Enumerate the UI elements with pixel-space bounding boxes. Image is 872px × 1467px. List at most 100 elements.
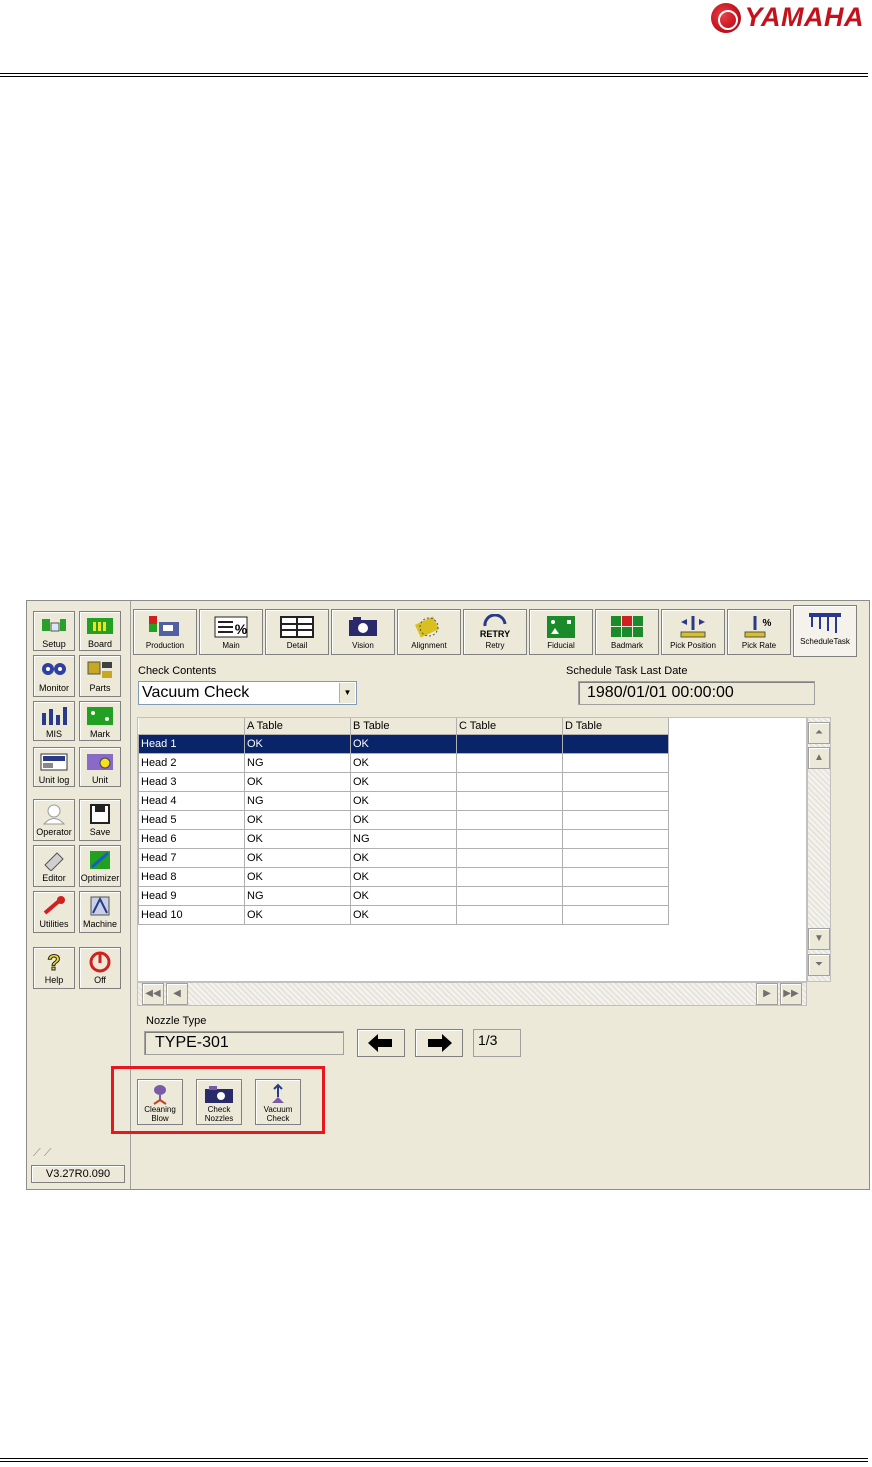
- machine-button[interactable]: Machine: [79, 891, 121, 933]
- scroll-left-icon[interactable]: ◀: [166, 983, 188, 1005]
- tab-detail[interactable]: Detail: [265, 609, 329, 655]
- off-button[interactable]: Off: [79, 947, 121, 989]
- table-cell: OK: [350, 866, 457, 887]
- optimizer-button[interactable]: Optimizer: [79, 845, 121, 887]
- tab-retry-label: Retry: [485, 641, 505, 650]
- tab-retry[interactable]: RETRY Retry: [463, 609, 527, 655]
- mark-label: Mark: [90, 729, 110, 739]
- table-row[interactable]: Head 3 OK OK: [138, 771, 669, 792]
- table-cell: OK: [350, 904, 457, 925]
- tab-pick-position[interactable]: Pick Position: [661, 609, 725, 655]
- board-label: Board: [87, 639, 113, 649]
- table-row[interactable]: Head 5 OK OK: [138, 809, 669, 830]
- tab-fiducial[interactable]: Fiducial: [529, 609, 593, 655]
- vertical-scrollbar[interactable]: ⏶ ▲ ▼ ⏷: [807, 717, 831, 982]
- cleaning-blow-button[interactable]: Cleaning Blow: [137, 1079, 183, 1125]
- table-cell: [456, 847, 563, 868]
- scroll-right-icon[interactable]: ▶: [756, 983, 778, 1005]
- table-cell: [562, 752, 669, 773]
- unit-icon: [87, 754, 113, 770]
- connection-status-icons: ⟋ ⟋: [33, 1147, 52, 1159]
- tab-main-label: Main: [222, 641, 240, 650]
- row-head-cell: Head 9: [138, 885, 245, 906]
- help-label: Help: [44, 975, 64, 985]
- unit-log-button[interactable]: Unit log: [33, 747, 75, 787]
- power-off-icon: [89, 951, 111, 973]
- mark-button[interactable]: Mark: [79, 701, 121, 741]
- table-row[interactable]: Head 9 NG OK: [138, 885, 669, 906]
- utilities-button[interactable]: Utilities: [33, 891, 75, 933]
- app-window: Setup Board Monitor Parts MIS Mark Unit …: [26, 600, 870, 1190]
- editor-label: Editor: [42, 873, 66, 883]
- tab-production-label: Production: [145, 641, 185, 650]
- table-cell: OK: [350, 790, 457, 811]
- tab-production[interactable]: Production: [133, 609, 197, 655]
- tab-schedule-task-label: ScheduleTask: [800, 637, 850, 646]
- parts-button[interactable]: Parts: [79, 655, 121, 697]
- tab-pick-rate[interactable]: % Pick Rate: [727, 609, 791, 655]
- tab-pick-rate-label: Pick Rate: [741, 641, 777, 650]
- unit-button[interactable]: Unit: [79, 747, 121, 787]
- next-nozzle-button[interactable]: [415, 1029, 463, 1057]
- setup-button[interactable]: Setup: [33, 611, 75, 651]
- table-cell: [562, 771, 669, 792]
- scroll-up-icon[interactable]: ▲: [808, 747, 830, 769]
- results-grid[interactable]: A Table B Table C Table D Table Head 1 OK…: [137, 717, 807, 982]
- table-row[interactable]: Head 4 NG OK: [138, 790, 669, 811]
- help-button[interactable]: ? Help: [33, 947, 75, 989]
- table-cell: [562, 904, 669, 925]
- scroll-down-icon[interactable]: ▼: [808, 928, 830, 950]
- table-cell: [562, 809, 669, 830]
- machine-label: Machine: [82, 919, 118, 929]
- results-table: A Table B Table C Table D Table Head 1 OK…: [138, 718, 669, 925]
- tab-schedule-task[interactable]: ScheduleTask: [793, 605, 857, 657]
- table-row[interactable]: Head 7 OK OK: [138, 847, 669, 868]
- table-cell: [562, 847, 669, 868]
- board-button[interactable]: Board: [79, 611, 121, 651]
- horizontal-scrollbar[interactable]: ◀◀ ◀ ▶ ▶▶: [137, 982, 807, 1006]
- tab-main[interactable]: % Main: [199, 609, 263, 655]
- operator-button[interactable]: Operator: [33, 799, 75, 841]
- tab-badmark-label: Badmark: [610, 641, 643, 650]
- page-indicator: 1/3: [473, 1029, 521, 1057]
- scroll-first-icon[interactable]: ◀◀: [142, 983, 164, 1005]
- tab-badmark[interactable]: Badmark: [595, 609, 659, 655]
- row-head-cell: Head 8: [138, 866, 245, 887]
- retry-icon-text: RETRY: [480, 629, 510, 639]
- table-cell: [456, 752, 563, 773]
- row-head-cell: Head 6: [138, 828, 245, 849]
- editor-button[interactable]: Editor: [33, 845, 75, 887]
- table-row[interactable]: Head 1 OK OK: [138, 733, 669, 754]
- dropdown-arrow-icon[interactable]: ▼: [339, 683, 355, 703]
- table-row[interactable]: Head 8 OK OK: [138, 866, 669, 887]
- vacuum-check-button[interactable]: Vacuum Check: [255, 1079, 301, 1125]
- scroll-top-icon[interactable]: ⏶: [808, 722, 830, 744]
- table-row[interactable]: Head 10 OK OK: [138, 904, 669, 925]
- badmark-icon: [611, 616, 643, 637]
- row-head-cell: Head 2: [138, 752, 245, 773]
- scroll-last-icon[interactable]: ▶▶: [780, 983, 802, 1005]
- check-contents-select[interactable]: Vacuum Check ▼: [138, 681, 357, 705]
- tab-alignment[interactable]: Alignment: [397, 609, 461, 655]
- mis-button[interactable]: MIS: [33, 701, 75, 741]
- operator-icon: [42, 804, 66, 825]
- tab-vision[interactable]: Vision: [331, 609, 395, 655]
- nozzle-type-value: TYPE-301: [144, 1031, 344, 1055]
- scroll-bottom-icon[interactable]: ⏷: [808, 954, 830, 976]
- check-nozzles-button[interactable]: Check Nozzles: [196, 1079, 242, 1125]
- previous-nozzle-button[interactable]: [357, 1029, 405, 1057]
- mis-label: MIS: [45, 729, 62, 739]
- table-row[interactable]: Head 6 OK NG: [138, 828, 669, 849]
- tab-detail-label: Detail: [286, 641, 308, 650]
- save-button[interactable]: Save: [79, 799, 121, 841]
- version-label: V3.27R0.090: [31, 1165, 125, 1183]
- monitor-button[interactable]: Monitor: [33, 655, 75, 697]
- svg-text:%: %: [763, 618, 772, 629]
- table-row[interactable]: Head 2 NG OK: [138, 752, 669, 773]
- main-percent-icon: %: [214, 616, 248, 638]
- arrow-left-icon: [368, 1034, 392, 1052]
- table-cell: OK: [350, 809, 457, 830]
- tab-fiducial-label: Fiducial: [547, 641, 575, 650]
- schedule-task-icon: [809, 613, 841, 633]
- table-cell: OK: [350, 771, 457, 792]
